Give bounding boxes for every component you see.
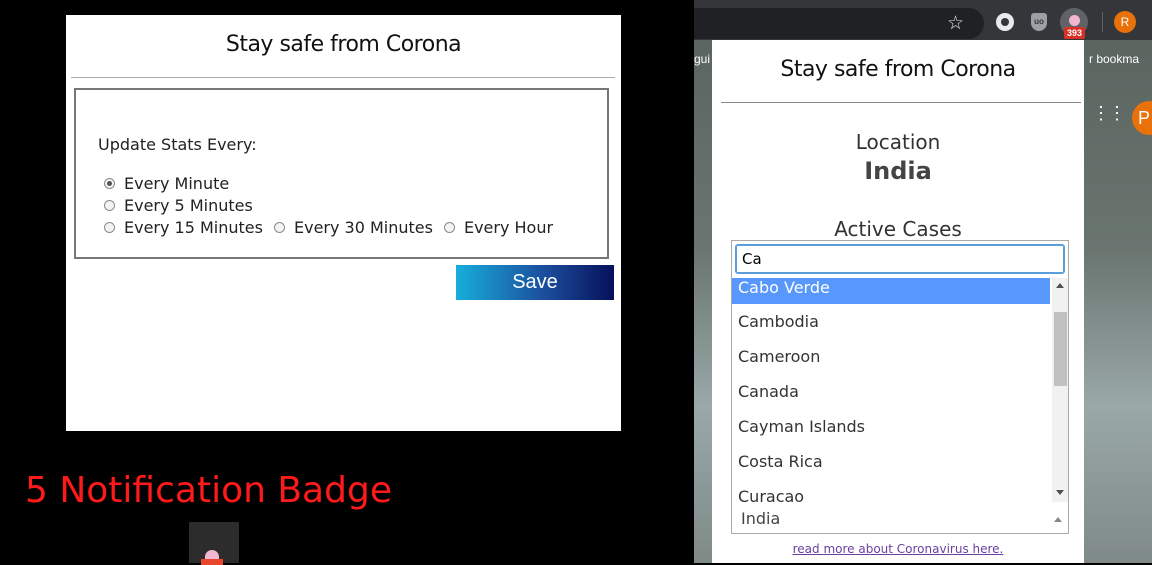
divider xyxy=(71,77,615,78)
other-bookmarks[interactable]: r bookma xyxy=(1089,52,1139,66)
options-card: Stay safe from Corona Update Stats Every… xyxy=(66,15,621,431)
scroll-up-arrow-icon[interactable] xyxy=(1056,283,1064,288)
browser-toolbar: ☆ uo 393 R xyxy=(694,0,1152,40)
interval-option-every-hour[interactable]: Every Hour xyxy=(443,218,554,237)
interval-option-every-minute[interactable]: Every Minute xyxy=(104,174,229,193)
country-option[interactable]: Cabo Verde xyxy=(732,278,1050,304)
browser-window: ☆ uo 393 R gui r bookma ⋮⋮ P Stay safe f… xyxy=(694,0,1152,563)
popup-title: Stay safe from Corona xyxy=(780,57,1016,82)
interval-option-every-15-minutes[interactable]: Every 15 Minutes xyxy=(104,218,263,237)
save-button[interactable]: Save xyxy=(456,265,614,300)
country-option[interactable]: Canada xyxy=(732,374,1050,409)
toolbar-separator xyxy=(1102,12,1103,32)
country-options-list: Cabo Verde Cambodia Cameroon Canada Caym… xyxy=(732,278,1050,533)
badge-preview-icon xyxy=(189,522,239,565)
location-label: Location xyxy=(855,130,941,154)
country-search-input[interactable] xyxy=(735,244,1065,274)
apps-grid-icon[interactable]: ⋮⋮ xyxy=(1092,104,1126,122)
ublock-icon[interactable]: uo xyxy=(1031,13,1047,31)
bookmark-item[interactable]: gui xyxy=(694,52,710,66)
update-settings-box: Update Stats Every: Every Minute Every 5… xyxy=(74,88,609,259)
location-value: India xyxy=(864,157,932,185)
radio-unchecked[interactable] xyxy=(104,222,115,233)
interval-row-2: Every 5 Minutes xyxy=(104,196,264,215)
radio-checked[interactable] xyxy=(104,178,115,189)
interval-label: Every 15 Minutes xyxy=(124,218,263,237)
badge-caption: 5 Notification Badge xyxy=(25,470,392,511)
radio-unchecked[interactable] xyxy=(443,222,455,233)
dropdown-scrollbar[interactable] xyxy=(1052,278,1068,502)
country-option[interactable]: Cayman Islands xyxy=(732,409,1050,444)
country-option[interactable]: Cambodia xyxy=(732,304,1050,339)
read-more-link[interactable]: read more about Coronavirus here. xyxy=(712,542,1084,556)
interval-label: Every Hour xyxy=(463,218,554,237)
interval-label: Every 5 Minutes xyxy=(124,196,253,215)
selected-country: India xyxy=(741,509,781,528)
scrollbar-thumb[interactable] xyxy=(1054,312,1067,386)
extension-popup: Stay safe from Corona Location India Act… xyxy=(712,40,1084,563)
update-label: Update Stats Every: xyxy=(98,135,257,154)
chevron-up-icon xyxy=(1054,517,1062,522)
interval-row-1: Every Minute xyxy=(104,174,240,193)
address-bar[interactable] xyxy=(694,8,984,39)
scroll-down-arrow-icon[interactable] xyxy=(1056,490,1064,495)
interval-row-3: Every 15 Minutes Every 30 Minutes Every … xyxy=(104,218,564,237)
interval-option-every-5-minutes[interactable]: Every 5 Minutes xyxy=(104,196,253,215)
active-cases-label: Active Cases xyxy=(834,217,962,241)
radio-unchecked[interactable] xyxy=(104,200,115,211)
country-option[interactable]: Cameroon xyxy=(732,339,1050,374)
country-select[interactable]: India xyxy=(731,503,1069,534)
country-dropdown: Cabo Verde Cambodia Cameroon Canada Caym… xyxy=(731,240,1069,533)
divider xyxy=(721,102,1081,103)
radio-unchecked[interactable] xyxy=(273,222,285,233)
options-title: Stay safe from Corona xyxy=(225,32,462,57)
extension-icon[interactable] xyxy=(996,13,1014,31)
interval-label: Every Minute xyxy=(124,174,230,193)
interval-option-every-30-minutes[interactable]: Every 30 Minutes xyxy=(273,218,433,237)
star-icon[interactable]: ☆ xyxy=(947,12,964,35)
profile-avatar[interactable]: R xyxy=(1114,11,1136,33)
extension-badge: 393 xyxy=(1064,27,1086,39)
badge-red-icon xyxy=(201,559,223,565)
interval-label: Every 30 Minutes xyxy=(293,218,433,237)
country-option[interactable]: Costa Rica xyxy=(732,444,1050,479)
